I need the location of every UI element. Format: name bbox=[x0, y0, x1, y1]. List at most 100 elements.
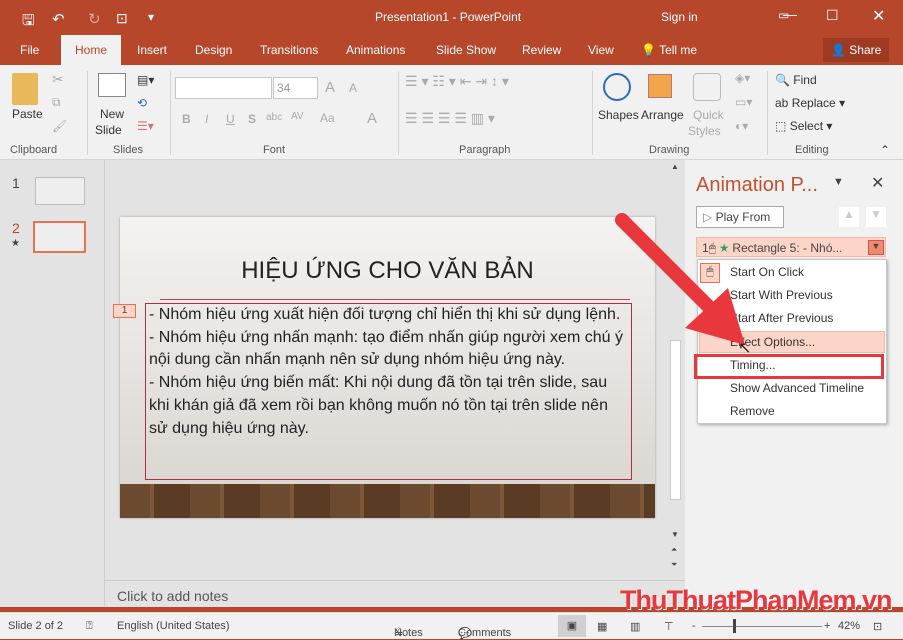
title-bar: 🖫 ↶ ↻ ⊡ ▾ Presentation1 - PowerPoint Sig… bbox=[0, 0, 903, 35]
underline-button[interactable]: U bbox=[226, 112, 235, 126]
slide-canvas[interactable]: HIỆU ỨNG CHO VĂN BẢN - Nhóm hiệu ứng xuấ… bbox=[120, 217, 655, 518]
slide-body-textbox[interactable]: - Nhóm hiệu ứng xuất hiện đối tượng chỉ … bbox=[145, 303, 632, 480]
tell-me[interactable]: 💡 Tell me bbox=[641, 43, 697, 57]
font-name-input[interactable] bbox=[175, 77, 272, 99]
select-icon: ⬚ bbox=[775, 119, 787, 133]
pane-title: Animation P... bbox=[696, 174, 818, 196]
item-dropdown-button[interactable]: ▼ bbox=[868, 240, 884, 255]
slide-thumbnail-1[interactable] bbox=[35, 177, 85, 205]
tab-slide-show[interactable]: Slide Show bbox=[436, 43, 496, 57]
reading-view-button[interactable]: ▥ bbox=[630, 620, 640, 633]
zoom-slider-thumb[interactable] bbox=[733, 619, 736, 633]
font-color-button[interactable]: A bbox=[367, 110, 377, 127]
tab-home[interactable]: Home bbox=[61, 35, 122, 67]
font-size-input[interactable]: 34 bbox=[273, 77, 318, 99]
minimize-icon[interactable]: — bbox=[783, 6, 797, 22]
format-painter-icon[interactable]: 🖌 bbox=[52, 119, 67, 133]
menu-remove[interactable]: Remove bbox=[730, 404, 775, 418]
find-button[interactable]: 🔍 Find bbox=[775, 73, 817, 87]
slide-title[interactable]: HIỆU ỨNG CHO VĂN BẢN bbox=[120, 257, 655, 285]
quick-styles-icon[interactable] bbox=[693, 73, 721, 101]
shapes-button[interactable]: Shapes bbox=[598, 108, 639, 122]
tab-insert[interactable]: Insert bbox=[137, 43, 167, 57]
tab-animations[interactable]: Animations bbox=[346, 43, 405, 57]
window-title: Presentation1 - PowerPoint bbox=[375, 10, 522, 24]
shadow-button[interactable]: S bbox=[248, 112, 256, 126]
align-icons[interactable]: ☰ ☰ ☰ ☰ ▥ ▾ bbox=[405, 110, 495, 127]
previous-slide-icon[interactable]: ⏶ bbox=[671, 545, 677, 555]
redo-icon[interactable]: ↻ bbox=[88, 10, 101, 28]
tab-view[interactable]: View bbox=[588, 43, 614, 57]
arrange-button[interactable]: Arrange bbox=[641, 108, 684, 122]
italic-button[interactable]: I bbox=[205, 112, 208, 126]
lightbulb-icon: 💡 bbox=[641, 43, 656, 57]
move-up-button[interactable]: ▲ bbox=[839, 207, 859, 227]
quick-styles-button[interactable]: Quick bbox=[693, 108, 724, 122]
copy-icon[interactable]: ⧉ bbox=[52, 95, 61, 110]
scroll-thumb[interactable] bbox=[670, 340, 681, 500]
tab-transitions[interactable]: Transitions bbox=[260, 43, 318, 57]
group-slides: Slides bbox=[113, 144, 143, 156]
next-slide-icon[interactable]: ⏷ bbox=[671, 560, 677, 570]
maximize-icon[interactable]: ☐ bbox=[826, 7, 839, 24]
move-down-button[interactable]: ▼ bbox=[866, 207, 886, 227]
shrink-font-icon[interactable]: A bbox=[349, 81, 357, 95]
new-slide-button[interactable]: New bbox=[100, 107, 124, 121]
slide-sorter-button[interactable]: ▦ bbox=[597, 620, 607, 633]
spell-check-icon[interactable]: ⍰ bbox=[86, 620, 93, 633]
thumbnail-number: 1 bbox=[12, 175, 20, 191]
close-pane-icon[interactable]: ✕ bbox=[871, 173, 884, 193]
close-icon[interactable]: ✕ bbox=[872, 6, 885, 26]
zoom-out-button[interactable]: - bbox=[692, 620, 696, 632]
present-icon[interactable]: ⊡ bbox=[116, 10, 128, 27]
new-slide-icon[interactable] bbox=[98, 73, 126, 97]
shape-effects-icon[interactable]: ◐▾ bbox=[735, 119, 748, 133]
scroll-down-icon[interactable]: ▼ bbox=[671, 530, 679, 539]
slide-thumbnail-2[interactable] bbox=[33, 221, 86, 253]
zoom-level[interactable]: 42% bbox=[838, 620, 860, 632]
share-button[interactable]: 👤 Share bbox=[823, 38, 890, 62]
animation-tag[interactable]: 1 bbox=[113, 304, 136, 318]
zoom-in-button[interactable]: + bbox=[824, 620, 830, 632]
zoom-slider[interactable] bbox=[702, 626, 822, 627]
tab-design[interactable]: Design bbox=[195, 43, 232, 57]
select-button[interactable]: ⬚ Select ▾ bbox=[775, 119, 832, 133]
strikethrough-button[interactable]: abc bbox=[266, 112, 282, 123]
change-case-button[interactable]: Aa bbox=[320, 111, 335, 125]
paste-button[interactable]: Paste bbox=[12, 107, 43, 121]
save-icon[interactable]: 🖫 bbox=[22, 10, 35, 35]
spacing-button[interactable]: AV bbox=[291, 111, 304, 122]
reset-icon[interactable]: ⟲ bbox=[137, 96, 147, 110]
paste-icon[interactable] bbox=[12, 73, 38, 105]
fit-to-window-icon[interactable]: ⊡ bbox=[873, 620, 882, 633]
replace-button[interactable]: ab Replace ▾ bbox=[775, 96, 845, 110]
title-underline bbox=[160, 299, 630, 300]
shape-fill-icon[interactable]: ◈▾ bbox=[735, 71, 750, 85]
quick-styles-label[interactable]: Styles bbox=[688, 124, 721, 138]
thumbnail-number: 2 bbox=[12, 220, 20, 236]
section-icon[interactable]: ☰▾ bbox=[137, 119, 154, 133]
scroll-up-icon[interactable]: ▲ bbox=[671, 162, 679, 171]
new-slide-label[interactable]: Slide bbox=[95, 123, 122, 137]
language[interactable]: English (United States) bbox=[117, 620, 230, 632]
menu-show-advanced-timeline[interactable]: Show Advanced Timeline bbox=[730, 381, 864, 395]
tab-file[interactable]: File bbox=[20, 43, 39, 57]
tab-review[interactable]: Review bbox=[522, 43, 561, 57]
arrange-icon[interactable] bbox=[648, 74, 672, 98]
grow-font-icon[interactable]: A bbox=[325, 79, 335, 96]
bold-button[interactable]: B bbox=[182, 112, 191, 126]
ribbon: Paste ✂ ⧉ 🖌 Clipboard New Slide ▤▾ ⟲ ☰▾ … bbox=[0, 65, 903, 160]
slideshow-button[interactable]: ⊤ bbox=[664, 620, 674, 633]
collapse-ribbon-icon[interactable]: ⌃ bbox=[880, 143, 890, 157]
customize-icon[interactable]: ▾ bbox=[148, 10, 154, 24]
bullets-icon[interactable]: ☰ ▾ ☷ ▾ ⇤ ⇥ ↕ ▾ bbox=[405, 73, 509, 90]
pane-options-icon[interactable]: ▼ bbox=[833, 176, 844, 188]
notes-pane[interactable]: Click to add notes bbox=[105, 580, 685, 607]
layout-icon[interactable]: ▤▾ bbox=[137, 73, 154, 87]
shapes-icon[interactable] bbox=[603, 73, 631, 101]
cut-icon[interactable]: ✂ bbox=[52, 71, 64, 88]
shape-outline-icon[interactable]: ▭▾ bbox=[735, 95, 752, 109]
normal-view-button[interactable]: ▣ bbox=[558, 615, 586, 637]
undo-icon[interactable]: ↶ bbox=[52, 10, 65, 28]
sign-in-link[interactable]: Sign in bbox=[661, 10, 698, 24]
